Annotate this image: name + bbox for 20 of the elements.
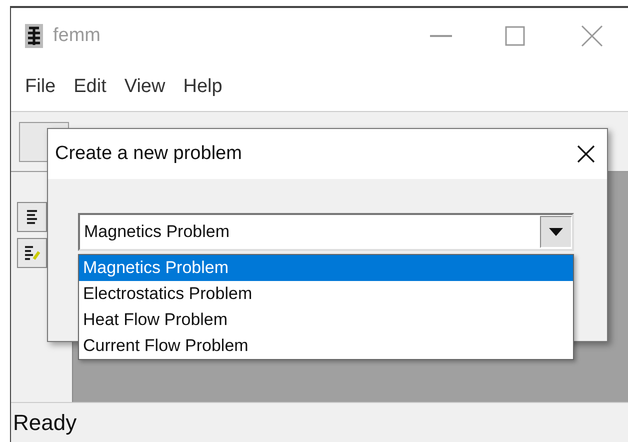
- toolbar-button[interactable]: [17, 238, 47, 268]
- window-title: femm: [53, 24, 100, 48]
- menu-item[interactable]: Help: [183, 73, 222, 102]
- edit-lines-icon: [24, 245, 40, 261]
- maximize-icon[interactable]: [505, 26, 525, 46]
- menu-item[interactable]: View: [124, 73, 166, 102]
- dropdown-option[interactable]: Current Flow Problem: [79, 333, 573, 359]
- dropdown-option[interactable]: Heat Flow Problem: [79, 307, 573, 333]
- dropdown-option[interactable]: Electrostatics Problem: [79, 281, 573, 307]
- menu-item[interactable]: Edit: [74, 73, 106, 102]
- dialog-title: Create a new problem: [55, 142, 242, 166]
- close-icon[interactable]: [577, 145, 595, 163]
- menu-item[interactable]: File: [25, 73, 56, 102]
- dropdown-option[interactable]: Magnetics Problem: [79, 255, 573, 281]
- caret-icon: [549, 228, 563, 236]
- toolbar-button[interactable]: [17, 202, 47, 232]
- status-text: Ready: [13, 409, 77, 437]
- text-lines-icon: [25, 209, 39, 225]
- problem-type-dropdown[interactable]: Magnetics Problem: [78, 213, 574, 251]
- app-icon: [25, 24, 43, 48]
